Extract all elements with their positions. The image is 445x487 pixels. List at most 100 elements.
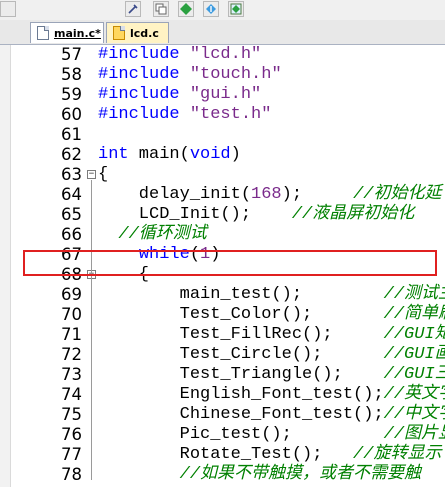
highlight-box [23, 250, 437, 276]
code-line[interactable]: 70 Test_Color(); //简单刷 [10, 305, 445, 325]
code-line[interactable]: 78 //如果不带触摸，或者不需要触 [10, 465, 445, 485]
code-token: 168 [251, 185, 282, 204]
code-comment: //图片显 [383, 425, 445, 444]
code-text: main_test(); //测试主 [98, 285, 445, 305]
tab-main-c[interactable]: main.c* [30, 22, 104, 43]
code-text: Test_Circle(); //GUI画 [98, 345, 445, 365]
code-line[interactable]: 58 #include "touch.h" [10, 65, 445, 85]
code-text: int main(void) [98, 145, 241, 165]
tab-label: main.c* [54, 26, 101, 40]
code-line[interactable]: 69 main_test(); //测试主 [10, 285, 445, 305]
code-token: Rotate_Test(); [98, 445, 354, 464]
code-token: main( [128, 145, 190, 164]
toolbar-partial-icon[interactable] [0, 1, 16, 17]
code-text: delay_init(168); //初始化延 [98, 185, 442, 205]
code-text: //循环测试 [98, 225, 207, 245]
code-comment: //初始化延 [353, 185, 442, 204]
code-line[interactable]: 72 Test_Circle(); //GUI画 [10, 345, 445, 365]
code-editor[interactable]: 57 #include "lcd.h" 58 #include "touch.h" 59… [0, 45, 445, 487]
code-text: Rotate_Test(); //旋转显示 [98, 445, 442, 465]
code-token: #include [98, 65, 190, 84]
code-keyword: int [98, 145, 129, 164]
code-text: Chinese_Font_test();//中文字 [98, 405, 445, 425]
code-line[interactable]: 71 Test_FillRec(); //GUI矩 [10, 325, 445, 345]
code-line[interactable]: 66 //循环测试 [10, 225, 445, 245]
tools-icon[interactable] [125, 1, 141, 17]
code-token: "test.h" [189, 105, 272, 124]
line-number: 60 [61, 105, 82, 124]
code-line[interactable]: 59 #include "gui.h" [10, 85, 445, 105]
line-number: 63 [61, 165, 82, 184]
code-token: ) [230, 145, 241, 164]
grid-diamond-icon[interactable] [228, 1, 244, 17]
code-token: English_Font_test(); [98, 385, 384, 404]
diamond-icon[interactable] [178, 1, 194, 17]
file-icon [37, 26, 49, 40]
toolbar [0, 0, 445, 21]
line-number: 66 [61, 225, 82, 244]
code-comment: //旋转显示 [353, 445, 442, 464]
code-line[interactable]: 62 int main(void) [10, 145, 445, 165]
code-line[interactable]: 77 Rotate_Test(); //旋转显示 [10, 445, 445, 465]
code-token: { [98, 165, 109, 184]
code-text: Test_Triangle(); //GUI三 [98, 365, 445, 385]
code-keyword: void [189, 145, 231, 164]
code-line[interactable]: 75 Chinese_Font_test();//中文字 [10, 405, 445, 425]
code-comment: //GUI三 [383, 365, 445, 384]
line-number: 76 [61, 425, 82, 444]
fold-collapse-icon[interactable]: − [87, 170, 96, 179]
code-line[interactable]: 63−{ [10, 165, 445, 185]
code-token: Test_Circle(); [98, 345, 384, 364]
code-line[interactable]: 73 Test_Triangle(); //GUI三 [10, 365, 445, 385]
code-text: Pic_test(); //图片显 [98, 425, 445, 445]
code-line[interactable]: 64 delay_init(168); //初始化延 [10, 185, 445, 205]
line-number: 75 [61, 405, 82, 424]
code-token: #include [98, 45, 190, 64]
code-token: Test_FillRec(); [98, 325, 384, 344]
line-number: 62 [61, 145, 82, 164]
code-comment: //中文字 [383, 405, 445, 424]
code-token: "lcd.h" [189, 45, 262, 64]
line-number: 70 [61, 305, 82, 324]
line-number: 69 [61, 285, 82, 304]
code-text: LCD_Init(); //液晶屏初始化 [98, 205, 414, 225]
code-comment: //GUI画 [383, 345, 445, 364]
download-diamond-icon[interactable] [203, 1, 219, 17]
code-token: Pic_test(); [98, 425, 384, 444]
code-text: #include "touch.h" [98, 65, 282, 85]
code-line[interactable]: 76 Pic_test(); //图片显 [10, 425, 445, 445]
line-number: 58 [61, 65, 82, 84]
code-line[interactable]: 74 English_Font_test();//英文字 [10, 385, 445, 405]
line-number: 65 [61, 205, 82, 224]
fold-guide-line [91, 180, 92, 480]
code-comment: //GUI矩 [383, 325, 445, 344]
code-comment: //英文字 [383, 385, 445, 404]
code-text: English_Font_test();//英文字 [98, 385, 445, 405]
code-token: Test_Color(); [98, 305, 384, 324]
copy-stack-icon[interactable] [153, 1, 169, 17]
tab-label: lcd.c [130, 26, 159, 40]
line-number: 61 [61, 125, 82, 144]
code-token: delay_init( [98, 185, 252, 204]
code-token: #include [98, 85, 190, 104]
code-line[interactable]: 60 #include "test.h" [10, 105, 445, 125]
line-number: 73 [61, 365, 82, 384]
code-line[interactable]: 65 LCD_Init(); //液晶屏初始化 [10, 205, 445, 225]
code-comment: //循环测试 [118, 225, 207, 244]
tab-lcd-c[interactable]: lcd.c [106, 22, 169, 43]
code-line[interactable]: 61 [10, 125, 445, 145]
code-text: #include "test.h" [98, 105, 271, 125]
code-token: #include [98, 105, 190, 124]
code-token: Test_Triangle(); [98, 365, 384, 384]
code-token: "touch.h" [189, 65, 282, 84]
line-number: 57 [61, 45, 82, 64]
code-line[interactable]: 57 #include "lcd.h" [10, 45, 445, 65]
line-number: 71 [61, 325, 82, 344]
code-token: ); [281, 185, 354, 204]
code-token: main_test(); [98, 285, 384, 304]
code-comment: //测试主 [383, 285, 445, 304]
line-number: 72 [61, 345, 82, 364]
file-icon [113, 26, 125, 40]
code-text: #include "lcd.h" [98, 45, 261, 65]
